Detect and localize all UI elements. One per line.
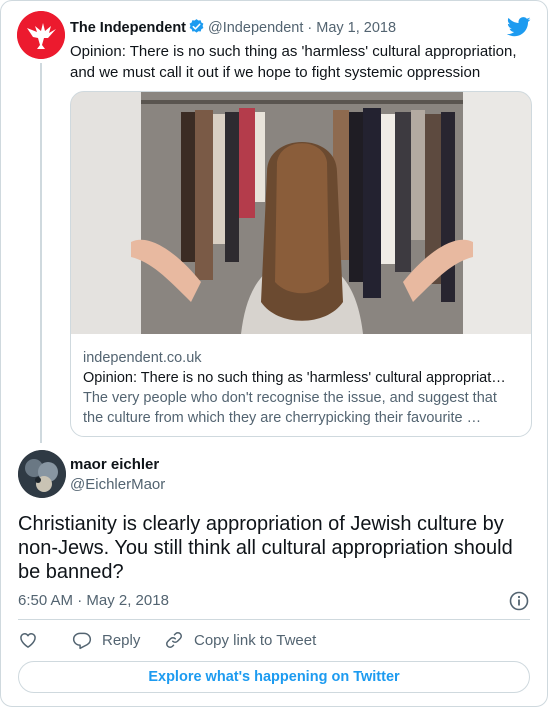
explore-twitter-button[interactable]: Explore what's happening on Twitter xyxy=(18,661,530,693)
quoted-tweet-header: The Independent @Independent · May 1, 201… xyxy=(70,18,396,39)
link-description: The very people who don't recognise the … xyxy=(83,390,497,426)
quoted-handle[interactable]: @Independent xyxy=(208,20,303,36)
link-preview-meta: independent.co.uk Opinion: There is no s… xyxy=(83,348,519,428)
independent-eagle-logo-icon xyxy=(17,11,65,59)
reply-icon xyxy=(72,632,92,650)
copy-link-button[interactable]: Copy link to Tweet xyxy=(164,630,316,650)
heart-icon xyxy=(20,633,36,648)
tweet-embed-card: The Independent @Independent · May 1, 201… xyxy=(0,0,548,707)
explore-label: Explore what's happening on Twitter xyxy=(148,669,400,685)
link-icon xyxy=(166,632,182,648)
article-image xyxy=(71,92,531,334)
thread-line xyxy=(40,63,42,443)
copy-link-label: Copy link to Tweet xyxy=(194,631,317,649)
tweet-author-name[interactable]: maor eichler xyxy=(70,456,159,473)
maor-eichler-avatar[interactable] xyxy=(18,450,66,498)
link-title: Opinion: There is no such thing as 'harm… xyxy=(83,370,506,386)
tweet-handle[interactable]: @EichlerMaor xyxy=(70,476,165,493)
verified-badge-icon xyxy=(188,18,205,39)
twitter-bird-icon[interactable] xyxy=(506,16,531,38)
reply-button[interactable]: Reply xyxy=(72,630,140,650)
quoted-date[interactable]: May 1, 2018 xyxy=(316,20,396,36)
link-domain: independent.co.uk xyxy=(83,350,202,366)
reply-label: Reply xyxy=(102,631,141,649)
tweet-timestamp[interactable]: 6:50 AM · May 2, 2018 xyxy=(18,592,169,609)
independent-avatar[interactable] xyxy=(17,11,65,59)
like-button[interactable] xyxy=(18,630,48,650)
avatar-photo xyxy=(18,450,66,498)
divider xyxy=(18,619,530,620)
quoted-author-name[interactable]: The Independent xyxy=(70,20,186,36)
link-preview-card[interactable]: independent.co.uk Opinion: There is no s… xyxy=(70,91,532,437)
info-icon[interactable] xyxy=(509,591,529,611)
quoted-tweet-text: Opinion: There is no such thing as 'harm… xyxy=(70,43,517,81)
tweet-text: Christianity is clearly appropriation of… xyxy=(18,513,513,583)
